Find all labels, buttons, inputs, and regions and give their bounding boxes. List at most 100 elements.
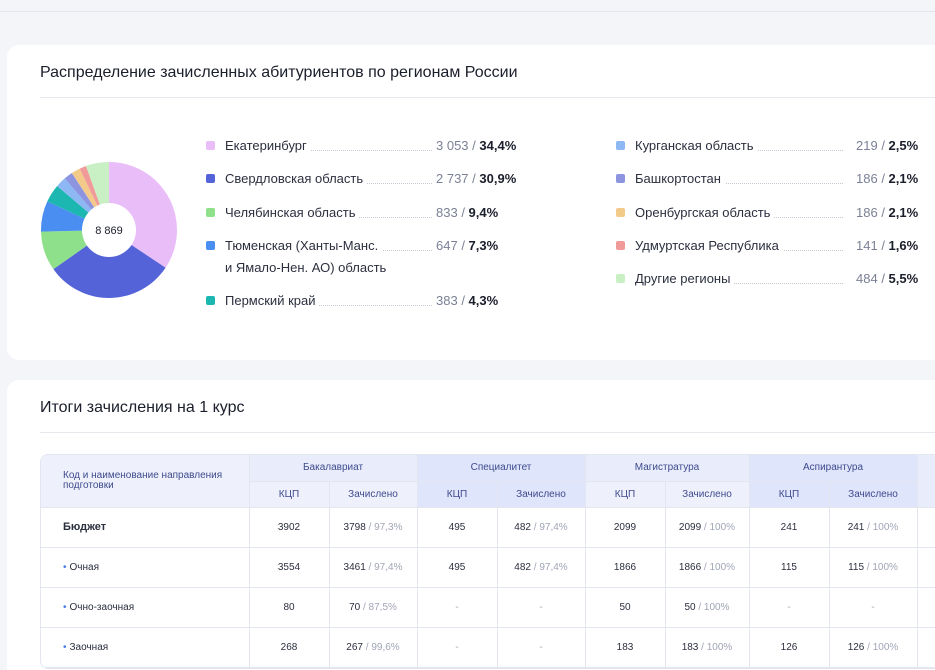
legend-value: 141 / 1,6% — [852, 236, 919, 256]
table-sub-kcp: КЦП — [585, 481, 666, 508]
enrollment-divider — [40, 432, 935, 433]
legend-value: 484 / 5,5% — [852, 269, 919, 289]
cell-overflow — [917, 627, 935, 668]
cell-enrolled: 482 / 97,4% — [497, 507, 586, 548]
legend-percent: 4,3% — [468, 293, 499, 308]
table-sub-kcp: КЦП — [417, 481, 498, 508]
legend-percent: 34,4% — [479, 138, 517, 153]
row-label-text: Заочная — [69, 641, 109, 653]
legend-item: Пермский край 383 / 4,3% — [206, 291, 522, 311]
cell-kcp: 126 — [749, 627, 830, 668]
cell-enrolled: 183 / 100% — [665, 627, 750, 668]
legend-percent: 2,1% — [888, 205, 919, 220]
legend-item: Оренбургская область 186 / 2,1% — [616, 203, 919, 223]
legend-label: Свердловская область — [225, 169, 368, 189]
legend-swatch — [616, 274, 625, 283]
cell-kcp: 3902 — [249, 507, 330, 548]
table-group-overflow — [917, 455, 935, 508]
legend-swatch — [616, 208, 625, 217]
legend-percent: 2,5% — [888, 138, 919, 153]
legend-count: 141 — [856, 238, 878, 253]
cell-enrolled: 1866 / 100% — [665, 547, 750, 588]
table-row: • Очная 3554 3461 / 97,4% 495 482 / 97,4% 1866… — [41, 547, 935, 588]
legend-swatch — [616, 174, 625, 183]
legend-percent: 9,4% — [468, 205, 499, 220]
cell-enrolled: - — [497, 627, 586, 668]
cell-overflow — [917, 587, 935, 628]
enrollment-table: Код и наименование направления подготовк… — [41, 455, 935, 668]
legend-value: 3 053 / 34,4% — [432, 136, 517, 156]
cell-kcp: 495 — [417, 507, 498, 548]
bullet-icon: • — [63, 641, 67, 653]
cell-enrolled: 70 / 87,5% — [329, 587, 418, 628]
legend-separator: / — [877, 138, 889, 153]
legend-swatch — [206, 141, 215, 150]
legend-count: 186 — [856, 171, 878, 186]
legend-swatch — [206, 174, 215, 183]
legend-label: Башкортостан — [635, 169, 725, 189]
legend-swatch — [616, 141, 625, 150]
enrollment-table-wrap: Код и наименование направления подготовк… — [40, 454, 935, 669]
cell-enrolled: 3798 / 97,3% — [329, 507, 418, 548]
regions-card: Распределение зачисленных абитуриентов п… — [7, 45, 935, 360]
legend-item: Тюменская (Ханты-Манс. и Ямало-Нен. АО) о… — [206, 236, 522, 275]
table-head-direction: Код и наименование направления подготовк… — [41, 455, 250, 508]
donut-total: 8 869 — [95, 225, 123, 237]
legend-value: 219 / 2,5% — [852, 136, 919, 156]
top-bar — [0, 0, 935, 12]
enrollment-title: Итоги зачисления на 1 курс — [40, 399, 245, 416]
enrollment-card: Итоги зачисления на 1 курс Код и наимено… — [7, 380, 935, 670]
cell-kcp: 3554 — [249, 547, 330, 588]
legend-value: 186 / 2,1% — [852, 169, 919, 189]
table-sub-kcp: КЦП — [249, 481, 330, 508]
cell-overflow — [917, 547, 935, 588]
row-label: • Очная — [41, 547, 250, 588]
legend-item: Курганская область 219 / 2,5% — [616, 136, 919, 156]
legend-count: 186 — [856, 205, 878, 220]
cell-enrolled: 115 / 100% — [829, 547, 918, 588]
legend-swatch — [206, 208, 215, 217]
legend-count: 383 — [436, 293, 458, 308]
legend-label: Пермский край — [225, 291, 320, 311]
table-group-postgrad: Аспирантура — [749, 455, 918, 482]
bullet-icon: • — [63, 601, 67, 613]
legend-item: Челябинская область 833 / 9,4% — [206, 203, 522, 223]
legend-label: Удмуртская Республика — [635, 236, 783, 256]
table-sub-enrolled: Зачислено — [497, 481, 586, 508]
legend-count: 647 — [436, 238, 458, 253]
legend-value: 383 / 4,3% — [432, 291, 499, 311]
legend-count: 484 — [856, 271, 878, 286]
legend-value: 186 / 2,1% — [852, 203, 919, 223]
legend-count: 833 — [436, 205, 458, 220]
legend-swatch — [616, 241, 625, 250]
cell-enrolled: - — [497, 587, 586, 628]
legend-swatch — [206, 241, 215, 250]
table-group-master: Магистратура — [585, 455, 750, 482]
table-sub-enrolled: Зачислено — [665, 481, 750, 508]
cell-kcp: 1866 — [585, 547, 666, 588]
legend-item: Свердловская область 2 737 / 30,9% — [206, 169, 522, 189]
cell-kcp: - — [749, 587, 830, 628]
table-sub-kcp: КЦП — [749, 481, 830, 508]
cell-enrolled: 126 / 100% — [829, 627, 918, 668]
cell-enrolled: 241 / 100% — [829, 507, 918, 548]
legend-label: Тюменская (Ханты-Манс. — [225, 236, 383, 256]
cell-overflow — [917, 507, 935, 548]
legend-label: Челябинская область — [225, 203, 360, 223]
legend-label: Оренбургская область — [635, 203, 775, 223]
legend-separator: / — [877, 171, 889, 186]
cell-kcp: 241 — [749, 507, 830, 548]
legend-percent: 5,5% — [888, 271, 919, 286]
cell-enrolled: 267 / 99,6% — [329, 627, 418, 668]
table-row: • Заочная 268 267 / 99,6% - -183 183 / 100% 126… — [41, 627, 935, 668]
regions-title: Распределение зачисленных абитуриентов п… — [40, 64, 518, 81]
cell-enrolled: 482 / 97,4% — [497, 547, 586, 588]
legend-item: Удмуртская Республика 141 / 1,6% — [616, 236, 919, 256]
cell-enrolled: 50 / 100% — [665, 587, 750, 628]
table-sub-enrolled: Зачислено — [829, 481, 918, 508]
table-group-bachelor: Бакалавриат — [249, 455, 418, 482]
legend-count: 3 053 — [436, 138, 469, 153]
bullet-icon: • — [63, 561, 67, 573]
cell-kcp: 50 — [585, 587, 666, 628]
legend-separator: / — [877, 271, 889, 286]
